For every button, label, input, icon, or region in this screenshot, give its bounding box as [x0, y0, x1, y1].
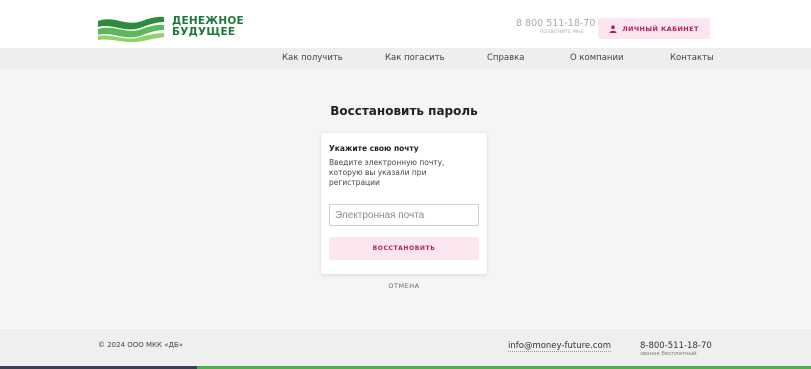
footer-email-link[interactable]: info@money-future.com [508, 341, 611, 352]
main-nav: Как получить Как погасить Справка О комп… [0, 48, 811, 70]
nav-item-help[interactable]: Справка [487, 53, 524, 63]
header-phone[interactable]: 8 800 511-18-70 [516, 18, 595, 29]
restore-password-card: Укажите свою почту Введите электронную п… [321, 133, 487, 274]
user-icon [609, 24, 617, 33]
page-title: Восстановить пароль [330, 104, 478, 118]
logo-icon[interactable] [96, 13, 166, 43]
header: ДЕНЕЖНОЕ БУДУЩЕЕ 8 800 511-18-70 ПОЗВОНИ… [0, 0, 811, 48]
email-field[interactable] [329, 204, 479, 226]
logo-line-2: БУДУЩЕЕ [172, 26, 236, 38]
personal-cabinet-button[interactable]: ЛИЧНЫЙ КАБИНЕТ [598, 18, 710, 39]
callback-link[interactable]: ПОЗВОНИТЕ МНЕ [516, 29, 584, 36]
footer-phone-note: звонок бесплатный [640, 351, 697, 357]
logo-text: ДЕНЕЖНОЕ БУДУЩЕЕ [172, 16, 244, 38]
nav-item-how-to-repay[interactable]: Как погасить [385, 53, 445, 63]
personal-cabinet-label: ЛИЧНЫЙ КАБИНЕТ [622, 24, 699, 33]
footer: © 2024 ООО МКК «ДБ» info@money-future.co… [0, 330, 811, 369]
footer-phone[interactable]: 8-800-511-18-70 [640, 341, 712, 351]
restore-button[interactable]: ВОССТАНОВИТЬ [329, 237, 479, 260]
nav-item-contacts[interactable]: Контакты [670, 53, 714, 63]
card-heading: Укажите свою почту [329, 144, 419, 153]
copyright: © 2024 ООО МКК «ДБ» [98, 341, 184, 349]
nav-item-about[interactable]: О компании [570, 53, 624, 63]
cancel-link[interactable]: ОТМЕНА [0, 282, 808, 290]
card-description: Введите электронную почту, которую вы ук… [329, 158, 445, 187]
nav-item-how-to-get[interactable]: Как получить [282, 53, 343, 63]
header-phone-block[interactable]: 8 800 511-18-70 ПОЗВОНИТЕ МНЕ [516, 18, 595, 36]
